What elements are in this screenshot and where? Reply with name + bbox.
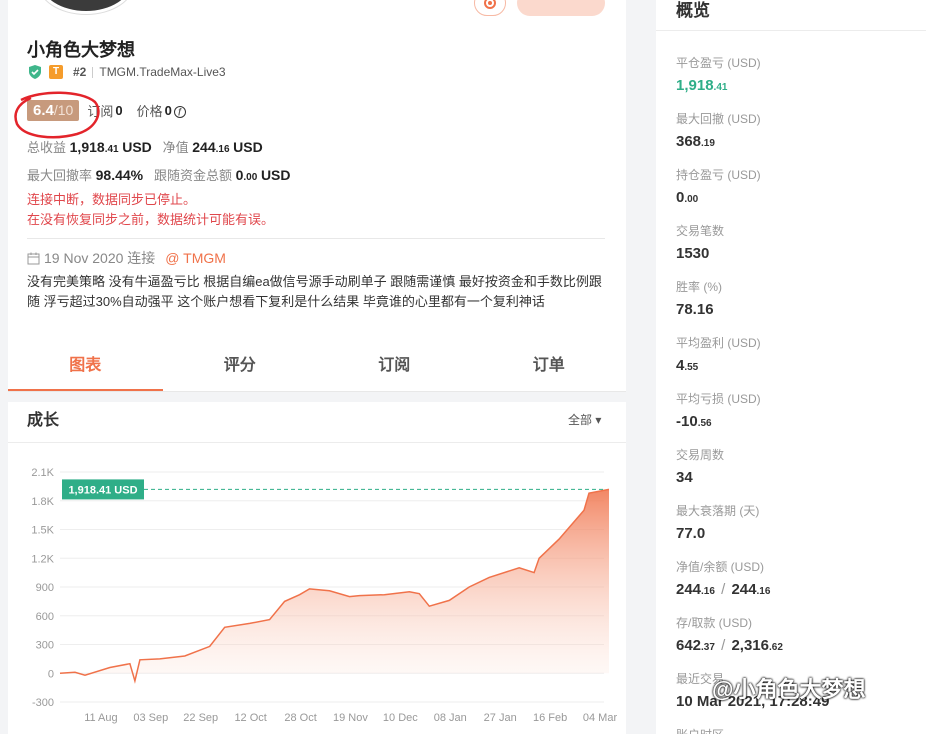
x-tick-label: 16 Feb <box>533 712 567 724</box>
metric-value: 34 <box>676 469 693 486</box>
growth-chart: 2.1K 1.8K 1.5K 1.2K 900 600 300 0 -300 11 Aug 03 S… <box>31 467 618 724</box>
warning-text-2: 在没有恢复同步之前，数据统计可能有误。 <box>27 212 275 227</box>
connect-info: 19 Nov 2020 连接 @ TMGM <box>27 248 226 268</box>
metric-value: -10.56 <box>676 413 712 430</box>
strategy-description: 没有完美策略 没有牛逼盈亏比 根据自编ea做信号源手动刷单子 跟随需谨慎 最好按… <box>27 274 602 309</box>
x-tick-label: 11 Aug <box>84 712 117 724</box>
overview-metric: 存/取款 (USD) 642.37 / 2,316.62 <box>676 614 783 654</box>
overview-metric: 平仓盈亏 (USD) 1,918.41 <box>676 54 761 94</box>
overview-metric: 净值/余额 (USD) 244.16 / 244.16 <box>676 558 770 598</box>
metric-label: 胜率 (%) <box>676 280 722 294</box>
metric-value: 0.00 <box>676 189 699 206</box>
x-tick-label: 03 Sep <box>133 712 168 724</box>
overview-metric: 交易笔数 1530 <box>676 222 724 262</box>
divider <box>656 30 926 31</box>
y-tick-label: 1.2K <box>31 553 54 565</box>
metric-label: 存/取款 (USD) <box>676 616 752 630</box>
watermark-text: @小角色大梦想 <box>712 677 866 702</box>
page-root: 小角色大梦想 T #2 TMGM.TradeMax-Live3 6.4/10 订… <box>0 0 926 734</box>
divider <box>8 442 626 443</box>
metric-label: 最大衰落期 (天) <box>676 504 760 518</box>
metric-value: 77.0 <box>676 525 706 542</box>
metric-label: 持仓盈亏 (USD) <box>676 168 761 182</box>
server-name: TMGM.TradeMax-Live3 <box>99 65 226 79</box>
y-tick-label: 0 <box>48 668 54 680</box>
broker-link[interactable]: @ TMGM <box>165 250 226 266</box>
growth-title: 成长 <box>27 412 60 429</box>
y-tick-label: 2.1K <box>31 467 54 479</box>
overview-metric: 平均盈利 (USD) 4.55 <box>676 334 761 374</box>
metric-value: 642.37 / 2,316.62 <box>676 637 783 654</box>
metric-label: 最大回撤 (USD) <box>676 112 761 126</box>
x-tick-label: 08 Jan <box>434 712 467 724</box>
avatar[interactable] <box>38 0 134 14</box>
y-tick-label: -300 <box>32 697 54 709</box>
tab-orders[interactable]: 订单 <box>472 342 627 391</box>
y-tick-label: 600 <box>36 611 54 623</box>
overview-metric: 最大回撤 (USD) 368.19 <box>676 110 761 150</box>
metric-label: 账户时区 <box>676 726 724 734</box>
overview-title: 概览 <box>676 1 710 20</box>
overview-panel: 概览 平仓盈亏 (USD) 1,918.41 最大回撤 (USD) 368.19 持仓盈… <box>656 0 926 734</box>
tmgm-badge: T <box>49 65 63 79</box>
x-tick-label: 22 Sep <box>183 712 218 724</box>
trader-profile-card: 小角色大梦想 T #2 TMGM.TradeMax-Live3 6.4/10 订… <box>8 0 626 734</box>
coin-icon: ƒ <box>173 105 186 118</box>
metric-value: 1,918.41 <box>676 77 728 94</box>
section-gap <box>8 392 626 402</box>
x-tick-label: 04 Mar <box>583 712 618 724</box>
verified-shield-icon <box>29 65 41 79</box>
x-tick-label: 28 Oct <box>284 712 316 724</box>
x-tick-label: 12 Oct <box>234 712 266 724</box>
metric-value: 78.16 <box>676 301 714 318</box>
trader-badges: T #2 TMGM.TradeMax-Live3 <box>27 64 226 80</box>
gear-icon <box>484 0 496 9</box>
trader-name: 小角色大梦想 <box>27 40 135 60</box>
calendar-icon <box>27 252 40 264</box>
overview-metric: 持仓盈亏 (USD) 0.00 <box>676 166 761 206</box>
subscriptions-value: 0 <box>115 103 123 118</box>
tab-subscription[interactable]: 订阅 <box>317 342 472 391</box>
overview-metric: 平均亏损 (USD) -10.56 <box>676 390 761 430</box>
rank-label: #2 <box>73 65 87 79</box>
y-tick-label: 1.5K <box>31 525 54 537</box>
overview-metric: 账户时区 <box>676 726 724 734</box>
tab-chart[interactable]: 图表 <box>8 342 163 391</box>
settings-button[interactable] <box>474 0 506 16</box>
metric-value: 1530 <box>676 245 710 262</box>
overview-metric: 最大衰落期 (天) 77.0 <box>676 502 759 542</box>
metric-value: 4.55 <box>676 357 699 374</box>
y-tick-label: 1.8K <box>31 496 54 508</box>
overview-metric: 胜率 (%) 78.16 <box>676 278 722 318</box>
metric-label: 净值/余额 (USD) <box>676 560 764 574</box>
tab-rating[interactable]: 评分 <box>163 342 318 391</box>
growth-area <box>60 489 609 681</box>
metric-label: 平均亏损 (USD) <box>676 392 761 406</box>
divider <box>27 238 605 239</box>
overview-metric: 交易周数 34 <box>676 446 724 486</box>
tab-bar: 图表 评分 订阅 订单 <box>8 342 626 392</box>
metric-value: 244.16 / 244.16 <box>676 581 771 598</box>
metric-label: 交易周数 <box>676 448 725 462</box>
x-tick-label: 27 Jan <box>484 712 517 724</box>
current-value-label: 1,918.41 USD <box>68 484 137 496</box>
connect-date: 19 Nov 2020 连接 <box>44 250 156 266</box>
profit-equity-line: 总收益 1,918.41 USD 净值 244.16 USD <box>27 139 263 155</box>
price-value: 0 <box>164 103 172 118</box>
x-tick-label: 10 Dec <box>383 712 418 724</box>
y-tick-label: 900 <box>36 582 54 594</box>
y-tick-label: 300 <box>36 640 54 652</box>
metric-label: 平均盈利 (USD) <box>676 336 761 350</box>
metric-value: 368.19 <box>676 133 715 150</box>
metric-label: 交易笔数 <box>676 224 725 238</box>
metric-label: 平仓盈亏 (USD) <box>676 56 761 70</box>
warning-text-1: 连接中断，数据同步已停止。 <box>27 192 197 207</box>
red-annotation-circle <box>14 91 100 139</box>
price-label: 价格 <box>136 104 163 119</box>
drawdown-follow-line: 最大回撤率 98.44% 跟随资金总额 0.00 USD <box>27 167 291 183</box>
growth-range-dropdown[interactable]: 全部 ▾ <box>568 411 601 428</box>
x-tick-label: 19 Nov <box>333 712 368 724</box>
divider <box>92 66 94 78</box>
subscribe-button[interactable] <box>517 0 605 16</box>
